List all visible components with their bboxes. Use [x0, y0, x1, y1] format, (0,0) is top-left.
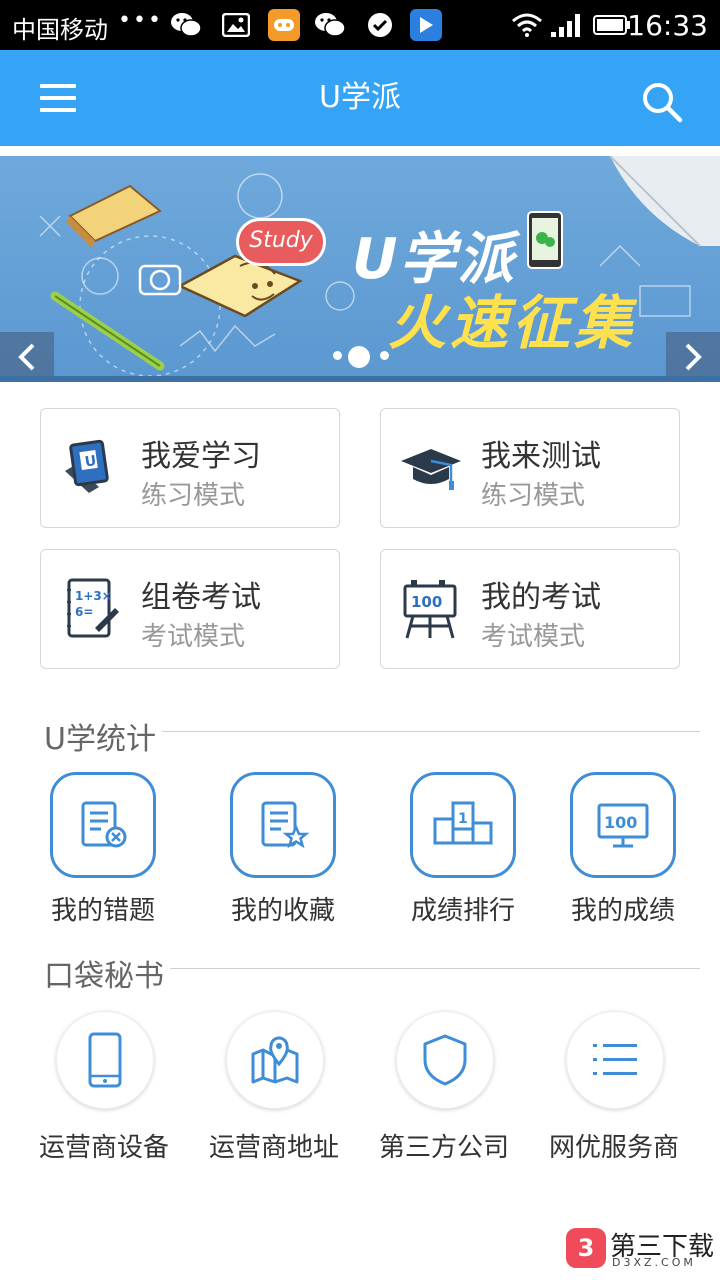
math-notebook-icon: 1+3× 6= [67, 578, 119, 638]
score-monitor-icon: 100 [597, 803, 649, 848]
stats-section-title: U学统计 [44, 714, 162, 758]
check-icon [364, 9, 396, 41]
pager-dot-active[interactable] [348, 346, 370, 368]
hamburger-icon [40, 84, 76, 88]
battery-icon [592, 9, 632, 41]
watermark-domain: D3XZ.COM [612, 1256, 696, 1269]
tile-subtitle: 考试模式 [141, 622, 246, 652]
map-icon [251, 1036, 299, 1084]
pocket-network-service-provider[interactable]: 网优服务商 [536, 1011, 696, 1171]
graduation-cap-icon [401, 449, 461, 490]
tile-subtitle: 练习模式 [481, 481, 586, 511]
wifi-icon [510, 9, 544, 41]
banner-prev-button[interactable] [0, 332, 54, 382]
favorites-icon [261, 801, 310, 849]
svg-text:6=: 6= [75, 605, 93, 619]
stat-my-wrong-answers[interactable]: 我的错题 [33, 772, 173, 932]
study-tag: Study [236, 218, 326, 266]
carousel-pager [331, 346, 391, 368]
watermark-logo-icon: 3 [566, 1228, 606, 1268]
pocket-carrier-address[interactable]: 运营商地址 [196, 1011, 356, 1171]
svg-text:1+3×: 1+3× [75, 589, 112, 603]
pocket-label: 第三方公司 [378, 1133, 509, 1163]
pocket-label: 运营商地址 [208, 1133, 339, 1163]
wechat-icon [314, 9, 346, 41]
list-icon [593, 1044, 637, 1075]
book-icon: U [65, 439, 109, 493]
pager-dot[interactable] [380, 351, 389, 360]
pocket-carrier-devices[interactable]: 运营商设备 [26, 1011, 186, 1171]
tile-subtitle: 练习模式 [141, 481, 246, 511]
carrier-name: 中国移动 [12, 16, 108, 44]
menu-button[interactable] [40, 84, 76, 112]
tile-love-learning[interactable]: U 我爱学习 练习模式 [40, 408, 340, 528]
more-notifications-indicator: ••• [118, 8, 163, 33]
wechat-icon [170, 9, 202, 41]
gallery-icon [220, 9, 252, 41]
wrong-answers-icon [81, 801, 127, 848]
pocket-label: 运营商设备 [38, 1133, 169, 1163]
stat-my-scores[interactable]: 100 我的成绩 [553, 772, 693, 932]
svg-text:U: U [84, 453, 97, 470]
tile-title: 我的考试 [481, 580, 601, 615]
svg-text:1: 1 [458, 811, 468, 827]
tile-my-exams[interactable]: 100 我的考试 考试模式 [380, 549, 680, 669]
chevron-left-icon [18, 343, 35, 371]
banner-subheadline: 火速征集 [388, 289, 637, 357]
tile-subtitle: 考试模式 [481, 622, 586, 652]
tile-title: 组卷考试 [141, 580, 261, 615]
stat-label: 我的收藏 [230, 896, 335, 926]
chevron-right-icon [685, 343, 702, 371]
tile-take-test[interactable]: 我来测试 练习模式 [380, 408, 680, 528]
watermark: 3 第三下载 D3XZ.COM [566, 1226, 716, 1272]
app-bar: U学派 [0, 50, 720, 146]
stat-label: 我的错题 [50, 896, 155, 926]
pocket-third-party-company[interactable]: 第三方公司 [366, 1011, 526, 1171]
banner-bottom-stripe [0, 376, 720, 382]
pocket-section-title: 口袋秘书 [44, 951, 170, 995]
score-easel-icon: 100 [403, 580, 457, 639]
stat-my-favorites[interactable]: 我的收藏 [213, 772, 353, 932]
svg-text:100: 100 [604, 813, 637, 832]
banner-next-button[interactable] [666, 332, 720, 382]
shield-icon [423, 1034, 467, 1086]
banner-carousel[interactable]: Study U学派 火速征集 [0, 156, 720, 382]
svg-text:100: 100 [411, 593, 442, 611]
tile-title: 我来测试 [481, 439, 601, 474]
stat-label: 我的成绩 [570, 896, 675, 926]
video-player-icon [410, 9, 442, 41]
stat-score-ranking[interactable]: 1 成绩排行 [393, 772, 533, 932]
pager-dot[interactable] [333, 351, 342, 360]
tile-title: 我爱学习 [141, 439, 261, 474]
tile-compose-exam[interactable]: 1+3× 6= 组卷考试 考试模式 [40, 549, 340, 669]
phone-icon [88, 1032, 122, 1088]
app-title: U学派 [319, 80, 401, 115]
game-app-icon [268, 9, 300, 41]
status-bar: 中国移动 ••• 16:33 [0, 0, 720, 50]
clock: 16:33 [627, 9, 708, 42]
search-icon [643, 83, 683, 123]
stat-label: 成绩排行 [410, 896, 515, 926]
signal-icon [548, 9, 584, 41]
search-button[interactable] [640, 80, 684, 124]
pocket-label: 网优服务商 [548, 1133, 679, 1163]
ranking-icon: 1 [433, 801, 493, 845]
